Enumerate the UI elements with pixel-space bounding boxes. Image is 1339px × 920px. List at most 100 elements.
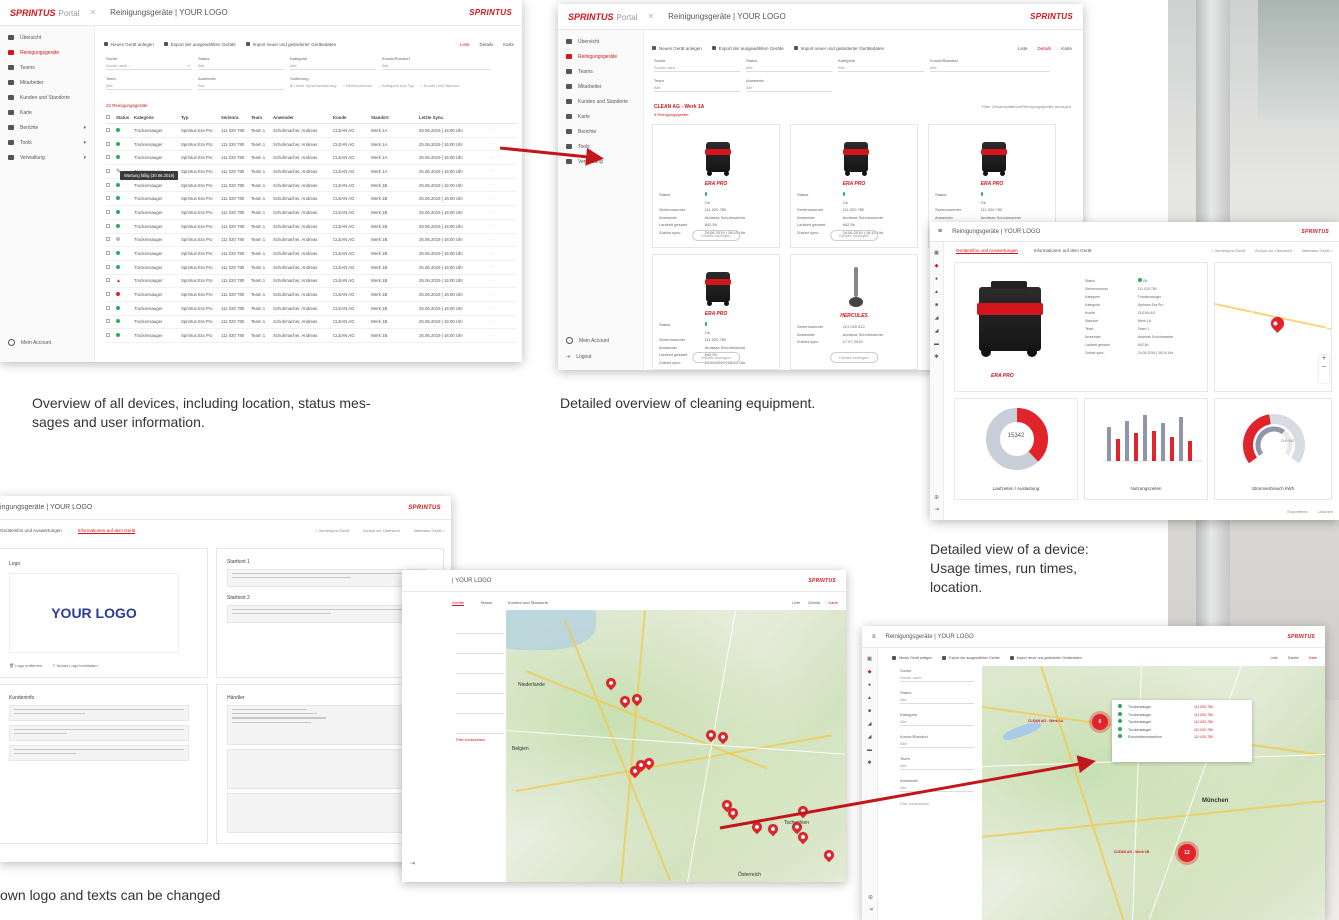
table-row[interactable]: Trockensauger Sprintus Era Pro 111 020 780… (106, 302, 516, 316)
device-card[interactable]: ERA PRO Status Ok Seriennummer 111 020 780 A… (790, 124, 918, 248)
map-icon[interactable]: ◢ (935, 315, 939, 321)
new-device-button[interactable]: Neues Gerät anlegen (892, 656, 932, 660)
delete-device-button[interactable]: Löschen (1318, 509, 1333, 514)
sidebar-item-employees[interactable]: Mitarbeiter (0, 75, 94, 90)
team-select[interactable]: Team Alle (900, 756, 974, 770)
sidebar-item-customers[interactable]: Kunden und Standorte (0, 90, 94, 105)
row-checkbox[interactable] (106, 278, 110, 283)
device-pin[interactable] (703, 727, 719, 743)
table-row[interactable]: Trockensauger Sprintus Era Pro 111 020 780… (106, 247, 516, 261)
row-checkbox[interactable] (106, 251, 110, 256)
import-button[interactable]: Import neuer und geänderter Gerätedaten (1010, 656, 1082, 660)
view-details-button[interactable]: Details (1037, 46, 1051, 51)
row-checkbox[interactable] (106, 141, 110, 146)
view-list-button[interactable]: Liste (792, 600, 800, 605)
cleaning-icon[interactable]: ◆ (935, 263, 939, 269)
view-list-button[interactable]: Liste (1271, 656, 1278, 660)
next-device-link[interactable]: Nächstes Gerät > (414, 528, 445, 533)
sort-option-serial[interactable]: ○ Seriennummer (342, 83, 372, 88)
view-list-button[interactable]: Liste (1018, 46, 1028, 51)
device-pin[interactable] (603, 675, 619, 691)
more-icon[interactable]: ⋯ (489, 251, 493, 257)
export-device-button[interactable]: Exportieren (1287, 509, 1307, 514)
prev-device-link[interactable]: < Vorheriges Gerät (1211, 248, 1245, 253)
map-icon[interactable]: ◢ (868, 721, 872, 727)
more-icon[interactable]: ⋯ (489, 319, 493, 325)
upload-logo-button[interactable]: ⇪ Neues Logo hochladen (52, 663, 98, 668)
device-pin[interactable] (749, 819, 765, 835)
sidebar-item-admin[interactable]: Verwaltung ▾ (0, 150, 94, 165)
view-list-button[interactable]: Liste (460, 42, 470, 47)
tab-device-info[interactable]: Geräteinfos und Auswertungen (956, 248, 1018, 254)
device-location-map[interactable]: ＋－ (1214, 262, 1332, 392)
tools-icon[interactable]: ▬ (934, 341, 939, 347)
customer-select[interactable]: Kunde/Standort Alle (930, 58, 1050, 72)
account-icon[interactable]: ⊕ (934, 494, 939, 501)
row-checkbox[interactable] (106, 292, 110, 297)
account-icon[interactable]: ⊕ (868, 894, 873, 901)
sidebar-item-overview[interactable]: Übersicht (0, 30, 94, 45)
row-checkbox[interactable] (106, 319, 110, 324)
device-card[interactable]: ERA PRO Status Ok Seriennummer 111 020 780 A… (652, 124, 780, 248)
row-checkbox[interactable] (106, 196, 110, 201)
map-zoom-controls[interactable]: ＋－ (1319, 355, 1329, 383)
user-icon[interactable]: ▲ (934, 289, 939, 295)
tab-customers[interactable]: Kunden und Standorte (508, 600, 548, 606)
more-icon[interactable]: ⋯ (489, 278, 493, 284)
category-select[interactable]: Kategorie Alle (290, 56, 376, 70)
sidebar-item-overview[interactable]: Übersicht (558, 34, 643, 49)
dealer-text-3[interactable] (227, 793, 417, 833)
popup-row[interactable]: Trockensauger 111 020 780 (1118, 719, 1246, 727)
logout-link[interactable]: ⇥ Logout (558, 349, 592, 364)
device-card[interactable]: HERCULES Seriennummer 221 020 512 Anwender A… (790, 254, 918, 370)
gear-icon[interactable]: ✱ (867, 760, 871, 766)
table-row[interactable]: Trockensauger Sprintus Era Pro 111 020 780… (106, 124, 516, 138)
customer-select[interactable]: Kunde/Standort Alle (900, 734, 974, 748)
menu-icon[interactable]: ≡ (872, 634, 876, 640)
chart-icon[interactable]: ◢ (935, 328, 939, 334)
export-button[interactable]: Export der ausgewählten Geräte (712, 46, 784, 51)
sidebar-item-teams[interactable]: Teams (0, 60, 94, 75)
search-field[interactable]: Suche Suche nach ... (654, 58, 740, 72)
start-text-2-input[interactable] (227, 605, 427, 623)
new-device-button[interactable]: Neues Gerät anlegen (104, 42, 154, 47)
row-checkbox[interactable] (106, 127, 110, 132)
chart-icon[interactable]: ◢ (868, 734, 872, 740)
search-field[interactable] (456, 620, 504, 634)
dealer-address-input[interactable] (227, 705, 417, 745)
more-icon[interactable]: ⋯ (489, 182, 493, 188)
view-details-button[interactable]: Details (479, 42, 493, 47)
sidebar-item-tools[interactable]: Tools ▾ (0, 135, 94, 150)
sort-option-customer[interactable]: ○ Kunde und Standort (420, 83, 459, 88)
logout-icon[interactable]: ⇥ (934, 506, 939, 513)
sidebar-item-map[interactable]: Karte (558, 109, 643, 124)
prev-device-link[interactable]: < Vorheriges Gerät (315, 528, 349, 533)
export-button[interactable]: Export der ausgewählten Geräte (942, 656, 999, 660)
row-checkbox[interactable] (106, 182, 110, 187)
row-checkbox[interactable] (106, 305, 110, 310)
import-button[interactable]: Import neuer und geänderter Gerätedaten (246, 42, 337, 47)
details-button[interactable]: Details anzeigen (692, 230, 740, 241)
team-select[interactable] (456, 700, 504, 714)
view-map-button[interactable]: Karte (1061, 46, 1072, 51)
device-pin[interactable] (715, 729, 731, 745)
sidebar-item-reports[interactable]: Berichte ▾ (0, 120, 94, 135)
logout-icon[interactable]: ⇥ (410, 860, 415, 867)
cleaning-icon[interactable]: ◆ (868, 669, 872, 675)
more-icon[interactable]: ⋯ (489, 264, 493, 270)
building-icon[interactable]: ■ (935, 302, 938, 308)
building-icon[interactable]: ■ (868, 708, 871, 714)
more-icon[interactable]: ⋯ (489, 141, 493, 147)
more-icon[interactable]: ⋯ (489, 223, 493, 229)
row-checkbox[interactable] (106, 168, 110, 173)
more-icon[interactable]: ⋯ (489, 292, 493, 298)
reset-filter-link[interactable]: Filter zurücksetzen (456, 738, 485, 742)
view-map-button[interactable]: Karte (1309, 656, 1317, 660)
row-checkbox[interactable] (106, 155, 110, 160)
user-select[interactable]: Anwender Alle (746, 78, 832, 92)
more-icon[interactable]: ⋯ (489, 305, 493, 311)
customer-text-3[interactable] (9, 745, 189, 761)
grid-icon[interactable]: ▦ (867, 656, 872, 662)
back-to-overview-link[interactable]: Zurück zur Übersicht (363, 528, 400, 533)
menu-icon[interactable]: ≡ (938, 228, 942, 235)
